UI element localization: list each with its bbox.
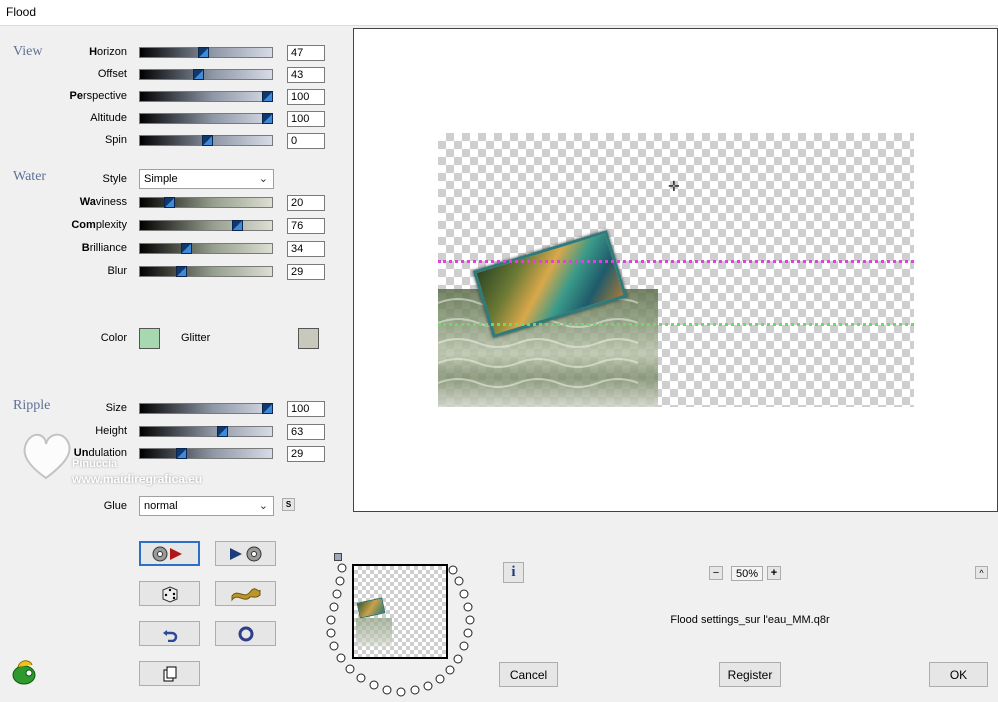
size-slider-thumb[interactable] — [262, 403, 273, 414]
crosshair-cursor-icon: ✛ — [668, 178, 680, 194]
glitter-label: Glitter — [181, 332, 211, 344]
window-title: Flood — [6, 5, 37, 19]
horizon-slider-thumb[interactable] — [198, 47, 209, 58]
water-color-swatch[interactable] — [139, 328, 160, 349]
brilliance-input[interactable]: 34 — [287, 241, 325, 257]
navigator-image-thumb — [356, 597, 386, 619]
waviness-input[interactable]: 20 — [287, 195, 325, 211]
register-button[interactable]: Register — [719, 662, 781, 687]
ok-button[interactable]: OK — [929, 662, 988, 687]
glitter-color-swatch[interactable] — [298, 328, 319, 349]
height-slider[interactable] — [139, 426, 273, 437]
horizon-label: Horizon — [89, 46, 127, 58]
height-input[interactable]: 63 — [287, 424, 325, 440]
title-bar: Flood — [0, 0, 998, 26]
blur-slider-thumb[interactable] — [176, 266, 187, 277]
brilliance-label: Brilliance — [81, 242, 127, 254]
reset-ring-icon — [238, 626, 253, 641]
reset-button[interactable] — [215, 621, 276, 646]
size-slider[interactable] — [139, 403, 273, 414]
offset-slider[interactable] — [139, 69, 273, 80]
undulation-slider[interactable] — [139, 448, 273, 459]
navigator-thumbnail[interactable] — [352, 564, 448, 659]
complexity-input[interactable]: 76 — [287, 218, 325, 234]
plugin-logo-icon — [12, 660, 36, 685]
glue-select[interactable]: normal ⌄ — [139, 496, 274, 516]
navigator-reflection — [356, 618, 392, 648]
perspective-slider[interactable] — [139, 91, 273, 102]
style-label: Style — [102, 173, 127, 185]
chevron-down-icon: ⌄ — [258, 500, 268, 512]
zoom-out-button[interactable]: − — [709, 566, 723, 580]
complexity-label: Complexity — [71, 219, 127, 231]
glue-s-button[interactable]: S — [282, 498, 295, 511]
copy-icon — [163, 666, 176, 681]
undo-icon — [162, 629, 177, 642]
glue-select-value: normal — [144, 500, 178, 512]
cancel-button[interactable]: Cancel — [499, 662, 558, 687]
offset-label: Offset — [97, 68, 127, 80]
horizon-slider[interactable] — [139, 47, 273, 58]
size-input[interactable]: 100 — [287, 401, 325, 417]
horizon-guide-line — [438, 260, 914, 263]
blur-label: Blur — [107, 265, 127, 277]
effect-button[interactable] — [215, 581, 276, 606]
waviness-slider-thumb[interactable] — [164, 197, 175, 208]
load-preset-button[interactable] — [139, 541, 200, 566]
info-button[interactable]: i — [503, 562, 524, 583]
perspective-label: Perspective — [69, 90, 128, 102]
waviness-slider[interactable] — [139, 197, 273, 208]
altitude-label: Altitude — [90, 112, 127, 124]
perspective-slider-thumb[interactable] — [262, 91, 273, 102]
save-preset-icon — [229, 546, 261, 561]
spin-input[interactable]: 0 — [287, 133, 325, 149]
collapse-button[interactable]: ^ — [975, 566, 988, 579]
altitude-slider-thumb[interactable] — [262, 113, 273, 124]
complexity-slider-thumb[interactable] — [232, 220, 243, 231]
settings-file-name: Flood settings_sur l'eau_MM.q8r — [670, 614, 830, 626]
waviness-label: Waviness — [79, 196, 127, 208]
perspective-input[interactable]: 100 — [287, 89, 325, 105]
altitude-slider[interactable] — [139, 113, 273, 124]
horizon-input[interactable]: 47 — [287, 45, 325, 61]
spin-slider-thumb[interactable] — [202, 135, 213, 146]
preview-panel[interactable]: ✛ — [353, 28, 998, 512]
random-button[interactable] — [139, 581, 200, 606]
glue-label: Glue — [103, 500, 127, 512]
color-label: Color — [100, 332, 127, 344]
undulation-input[interactable]: 29 — [287, 446, 325, 462]
size-label: Size — [105, 402, 127, 414]
complexity-slider[interactable] — [139, 220, 273, 231]
zoom-level: 50% — [731, 566, 763, 581]
zoom-in-button[interactable]: + — [767, 566, 781, 580]
blur-slider[interactable] — [139, 266, 273, 277]
undo-button[interactable] — [139, 621, 200, 646]
heart-logo-icon — [23, 433, 71, 480]
save-preset-button[interactable] — [215, 541, 276, 566]
brilliance-slider-thumb[interactable] — [181, 243, 192, 254]
spin-label: Spin — [104, 134, 127, 146]
height-slider-thumb[interactable] — [217, 426, 228, 437]
undulation-slider-thumb[interactable] — [176, 448, 187, 459]
spin-slider[interactable] — [139, 135, 273, 146]
watermark-name: Pinuccia — [72, 458, 118, 470]
style-select[interactable]: Simple ⌄ — [139, 169, 274, 189]
offset-input[interactable]: 43 — [287, 67, 325, 83]
preview-canvas[interactable]: ✛ — [438, 133, 914, 407]
load-preset-icon — [152, 546, 182, 561]
watermark-url: www.maidiregrafica.eu — [72, 472, 203, 486]
blur-input[interactable]: 29 — [287, 264, 325, 280]
dice-icon — [162, 585, 177, 603]
style-select-value: Simple — [144, 173, 178, 185]
copy-button[interactable] — [139, 661, 200, 686]
brilliance-slider[interactable] — [139, 243, 273, 254]
waterline-guide — [438, 323, 914, 326]
wave-icon — [231, 587, 260, 601]
altitude-input[interactable]: 100 — [287, 111, 325, 127]
chevron-down-icon: ⌄ — [258, 173, 268, 185]
offset-slider-thumb[interactable] — [193, 69, 204, 80]
